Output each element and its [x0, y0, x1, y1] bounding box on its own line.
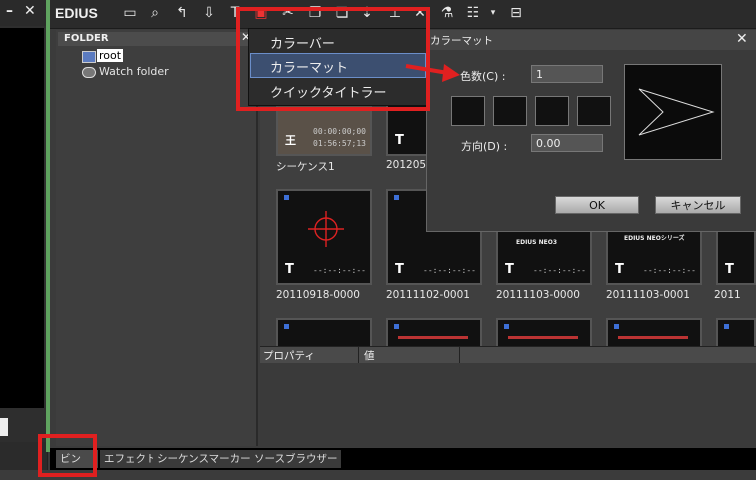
title-clip-icon: T — [395, 262, 404, 277]
clip-timecode-in: 00:00:00;00 — [313, 127, 366, 136]
up-folder-icon[interactable]: ↰ — [173, 4, 191, 22]
chevron-down-icon[interactable]: ▾ — [484, 4, 502, 22]
color-count-input[interactable]: 1 — [531, 65, 603, 83]
clip-marker — [394, 195, 399, 200]
preview-titlebar: – ✕ — [0, 0, 47, 26]
title-clip-icon: T — [285, 262, 294, 277]
folder-panel — [56, 30, 258, 446]
color-swatch[interactable] — [451, 96, 485, 126]
clip-name: シーケンス1 — [276, 161, 335, 173]
toolbox-icon[interactable]: ⊟ — [507, 4, 525, 22]
import-icon[interactable]: ⇩ — [200, 4, 218, 22]
color-swatch[interactable] — [577, 96, 611, 126]
ok-button[interactable]: OK — [555, 196, 639, 214]
clip-name: 20111103-0000 — [496, 289, 580, 301]
clip-marker — [724, 324, 729, 329]
tree-item-watch-folder[interactable]: Watch folder — [99, 65, 169, 78]
preview-screen — [0, 28, 44, 408]
tab-source-browser[interactable]: ソースブラウザー — [250, 450, 342, 468]
close-button[interactable]: ✕ — [24, 3, 36, 19]
column-divider[interactable] — [459, 347, 460, 363]
direction-input[interactable]: 0.00 — [531, 134, 603, 152]
clip-caption-bar — [398, 336, 468, 339]
folder-title: FOLDER — [64, 33, 109, 44]
clip-timecode: --:--:--:-- — [423, 266, 476, 275]
properties-column-property[interactable]: プロパティ — [263, 348, 315, 363]
color-swatch[interactable] — [493, 96, 527, 126]
clip-thumbnail[interactable]: T --:--:--:-- — [276, 189, 372, 285]
clip-timecode-out: 01:56:57;13 — [313, 139, 366, 148]
clip-thumbnail[interactable] — [276, 318, 372, 346]
annotation-highlight-bin-tab — [38, 434, 97, 477]
app-title: EDIUS — [55, 5, 98, 21]
column-divider[interactable] — [358, 347, 359, 363]
properties-header — [260, 347, 756, 363]
clip-marker — [504, 324, 509, 329]
clip-thumbnail[interactable] — [716, 318, 756, 346]
crosshair-icon — [308, 211, 344, 247]
direction-label: 方向(D) : — [461, 140, 508, 153]
clip-timecode: --:--:--:-- — [643, 266, 696, 275]
status-strip — [0, 470, 756, 480]
clip-caption-bar — [508, 336, 578, 339]
cancel-button[interactable]: キャンセル — [655, 196, 741, 214]
properties-column-value[interactable]: 値 — [364, 348, 375, 363]
properties-icon[interactable]: ⚗ — [438, 4, 456, 22]
clip-name: 20111103-0001 — [606, 289, 690, 301]
title-clip-icon: 王 — [285, 134, 296, 147]
clip-thumbnail[interactable] — [606, 318, 702, 346]
clip-marker — [284, 324, 289, 329]
clip-name: 2011 — [714, 289, 741, 301]
title-clip-icon: T — [725, 262, 734, 277]
clip-thumbnail[interactable] — [496, 318, 592, 346]
tab-effect[interactable]: エフェクト — [100, 450, 161, 468]
clip-name: 20110918-0000 — [276, 289, 360, 301]
color-count-label: 色数(C) : — [460, 70, 506, 83]
direction-preview[interactable] — [624, 64, 722, 160]
clip-name: 20111102-0001 — [386, 289, 470, 301]
dialog-close-button[interactable]: ✕ — [736, 31, 748, 47]
tab-sequence-marker[interactable]: シーケンスマーカー — [153, 450, 255, 468]
clip-marker — [284, 195, 289, 200]
dialog-title: カラーマット — [430, 35, 493, 47]
tree-item-root[interactable]: root — [97, 49, 124, 62]
title-clip-icon: T — [505, 262, 514, 277]
folder-icon — [82, 51, 96, 63]
color-swatch[interactable] — [535, 96, 569, 126]
clip-timecode: --:--:--:-- — [533, 266, 586, 275]
arrow-icon — [638, 88, 715, 136]
eye-icon — [82, 67, 96, 78]
clip-timecode: --:--:--:-- — [313, 266, 366, 275]
clip-caption: EDIUS NEO3 — [516, 239, 557, 246]
view-mode-icon[interactable]: ☷ — [464, 4, 482, 22]
folder-icon[interactable]: ▭ — [121, 4, 139, 22]
preview-scroll-handle[interactable] — [0, 418, 8, 436]
clip-thumbnail[interactable] — [386, 318, 482, 346]
title-clip-icon: T — [395, 133, 404, 148]
clip-marker — [614, 324, 619, 329]
clip-caption: EDIUS NEOシリーズ — [624, 235, 685, 242]
clip-caption-bar — [618, 336, 688, 339]
title-clip-icon: T — [615, 262, 624, 277]
annotation-highlight-menu — [236, 7, 430, 111]
annotation-arrow-icon — [405, 64, 460, 82]
clip-marker — [394, 324, 399, 329]
search-icon[interactable]: ⌕ — [146, 4, 164, 22]
minimize-button[interactable]: – — [6, 3, 13, 19]
